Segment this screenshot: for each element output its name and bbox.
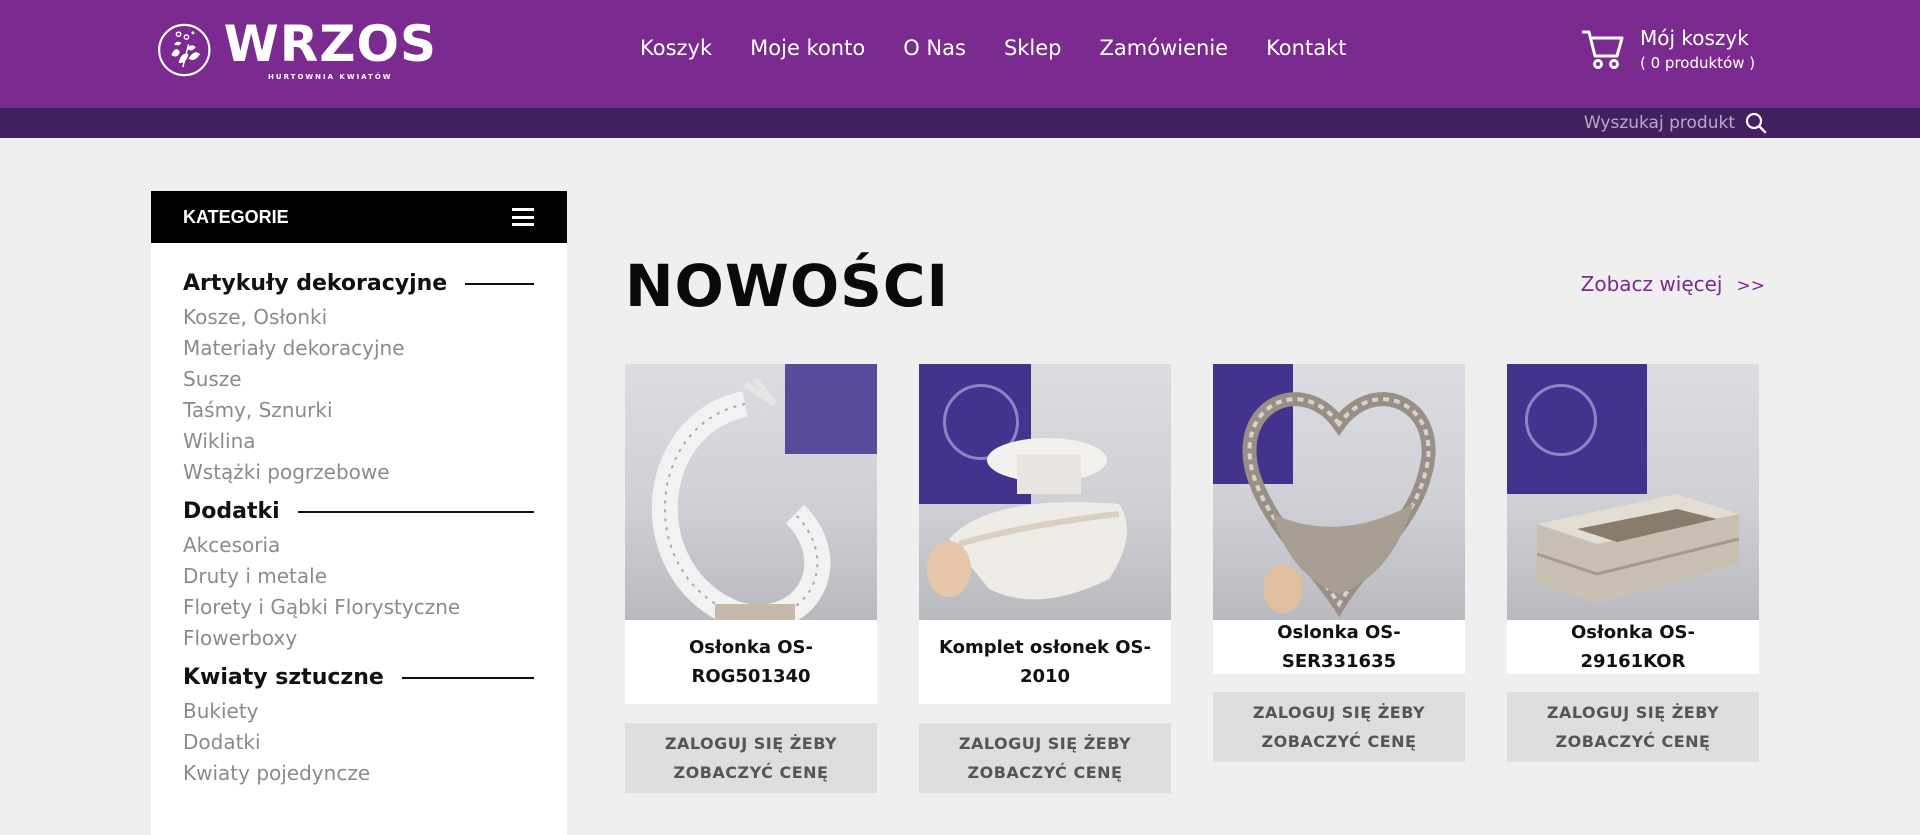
category-item[interactable]: Flowerboxy bbox=[183, 623, 534, 654]
product-name[interactable]: Osłonka OS-29161KOR bbox=[1507, 620, 1759, 674]
see-more-label: Zobacz więcej bbox=[1580, 272, 1723, 296]
product-image[interactable] bbox=[625, 364, 877, 620]
category-item[interactable]: Kosze, Osłonki bbox=[183, 302, 534, 333]
see-more-link[interactable]: Zobacz więcej >> bbox=[1581, 272, 1765, 296]
product-image[interactable] bbox=[1507, 364, 1759, 620]
category-group: Dodatki Akcesoria Druty i metale Florety… bbox=[151, 499, 567, 654]
category-title[interactable]: Kwiaty sztuczne bbox=[183, 665, 384, 690]
heart-basket-photo bbox=[1242, 392, 1436, 618]
page-title: NOWOŚCI bbox=[625, 252, 950, 320]
category-item[interactable]: Materiały dekoracyjne bbox=[183, 333, 534, 364]
category-item[interactable]: Susze bbox=[183, 364, 534, 395]
category-group: Artykuły dekoracyjne Kosze, Osłonki Mate… bbox=[151, 271, 567, 488]
main-nav: Koszyk Moje konto O Nas Sklep Zamówienie… bbox=[640, 36, 1384, 60]
nav-kontakt[interactable]: Kontakt bbox=[1266, 36, 1346, 60]
cart-icon bbox=[1582, 30, 1624, 69]
login-to-see-price-button[interactable]: ZALOGUJ SIĘ ŻEBY ZOBACZYĆ CENĘ bbox=[1507, 692, 1759, 762]
category-item[interactable]: Akcesoria bbox=[183, 530, 534, 561]
product-card: Oslonka OS-SER331635 ZALOGUJ SIĘ ŻEBY ZO… bbox=[1213, 364, 1465, 762]
product-name[interactable]: Komplet osłonek OS-2010 bbox=[919, 620, 1171, 704]
product-card: Osłonka OS-29161KOR ZALOGUJ SIĘ ŻEBY ZOB… bbox=[1507, 364, 1759, 762]
wooden-box-photo bbox=[1536, 494, 1740, 604]
nav-o-nas[interactable]: O Nas bbox=[903, 36, 966, 60]
cart-widget[interactable]: Mój koszyk ( 0 produktów ) bbox=[1580, 26, 1755, 72]
product-image[interactable] bbox=[1213, 364, 1465, 620]
site-logo[interactable]: WRZOS HURTOWNIA KWIATÓW bbox=[157, 11, 437, 89]
category-item[interactable]: Kwiaty pojedyncze bbox=[183, 758, 534, 789]
category-group: Kwiaty sztuczne Bukiety Dodatki Kwiaty p… bbox=[151, 665, 567, 789]
sidebar-header: KATEGORIE bbox=[151, 191, 567, 243]
menu-icon[interactable] bbox=[512, 208, 534, 226]
double-chevron-icon: >> bbox=[1736, 276, 1766, 296]
category-title[interactable]: Artykuły dekoracyjne bbox=[183, 271, 447, 296]
category-sidebar: KATEGORIE Artykuły dekoracyjne Kosze, Os… bbox=[151, 191, 567, 835]
product-name[interactable]: Oslonka OS-SER331635 bbox=[1213, 620, 1465, 674]
category-title[interactable]: Dodatki bbox=[183, 499, 280, 524]
nav-zamowienie[interactable]: Zamówienie bbox=[1100, 36, 1229, 60]
nav-moje-konto[interactable]: Moje konto bbox=[750, 36, 865, 60]
logo-subtitle: HURTOWNIA KWIATÓW bbox=[268, 73, 393, 81]
category-item[interactable]: Bukiety bbox=[183, 696, 534, 727]
cart-title: Mój koszyk bbox=[1640, 26, 1749, 50]
search-icon[interactable] bbox=[1745, 112, 1767, 134]
category-item[interactable]: Wstążki pogrzebowe bbox=[183, 457, 534, 488]
woven-baskets-photo bbox=[927, 438, 1127, 600]
login-to-see-price-button[interactable]: ZALOGUJ SIĘ ŻEBY ZOBACZYĆ CENĘ bbox=[919, 723, 1171, 793]
category-item[interactable]: Taśmy, Sznurki bbox=[183, 395, 534, 426]
login-to-see-price-button[interactable]: ZALOGUJ SIĘ ŻEBY ZOBACZYĆ CENĘ bbox=[625, 723, 877, 793]
login-to-see-price-button[interactable]: ZALOGUJ SIĘ ŻEBY ZOBACZYĆ CENĘ bbox=[1213, 692, 1465, 762]
category-item[interactable]: Wiklina bbox=[183, 426, 534, 457]
woven-crescent-photo bbox=[651, 377, 831, 620]
nav-sklep[interactable]: Sklep bbox=[1004, 36, 1062, 60]
logo-icon bbox=[158, 23, 211, 77]
product-image[interactable] bbox=[919, 364, 1171, 620]
category-item[interactable]: Florety i Gąbki Florystyczne bbox=[183, 592, 534, 623]
cart-count: ( 0 produktów ) bbox=[1640, 54, 1756, 72]
product-card: Komplet osłonek OS-2010 ZALOGUJ SIĘ ŻEBY… bbox=[919, 364, 1171, 793]
search-input[interactable] bbox=[1555, 113, 1735, 133]
product-name[interactable]: Osłonka OS-ROG501340 bbox=[625, 620, 877, 704]
sidebar-title: KATEGORIE bbox=[183, 206, 289, 227]
category-item[interactable]: Dodatki bbox=[183, 727, 534, 758]
search-box bbox=[1555, 112, 1767, 134]
logo-word: WRZOS bbox=[223, 15, 437, 73]
category-item[interactable]: Druty i metale bbox=[183, 561, 534, 592]
product-card: Osłonka OS-ROG501340 ZALOGUJ SIĘ ŻEBY ZO… bbox=[625, 364, 877, 793]
nav-koszyk[interactable]: Koszyk bbox=[640, 36, 712, 60]
